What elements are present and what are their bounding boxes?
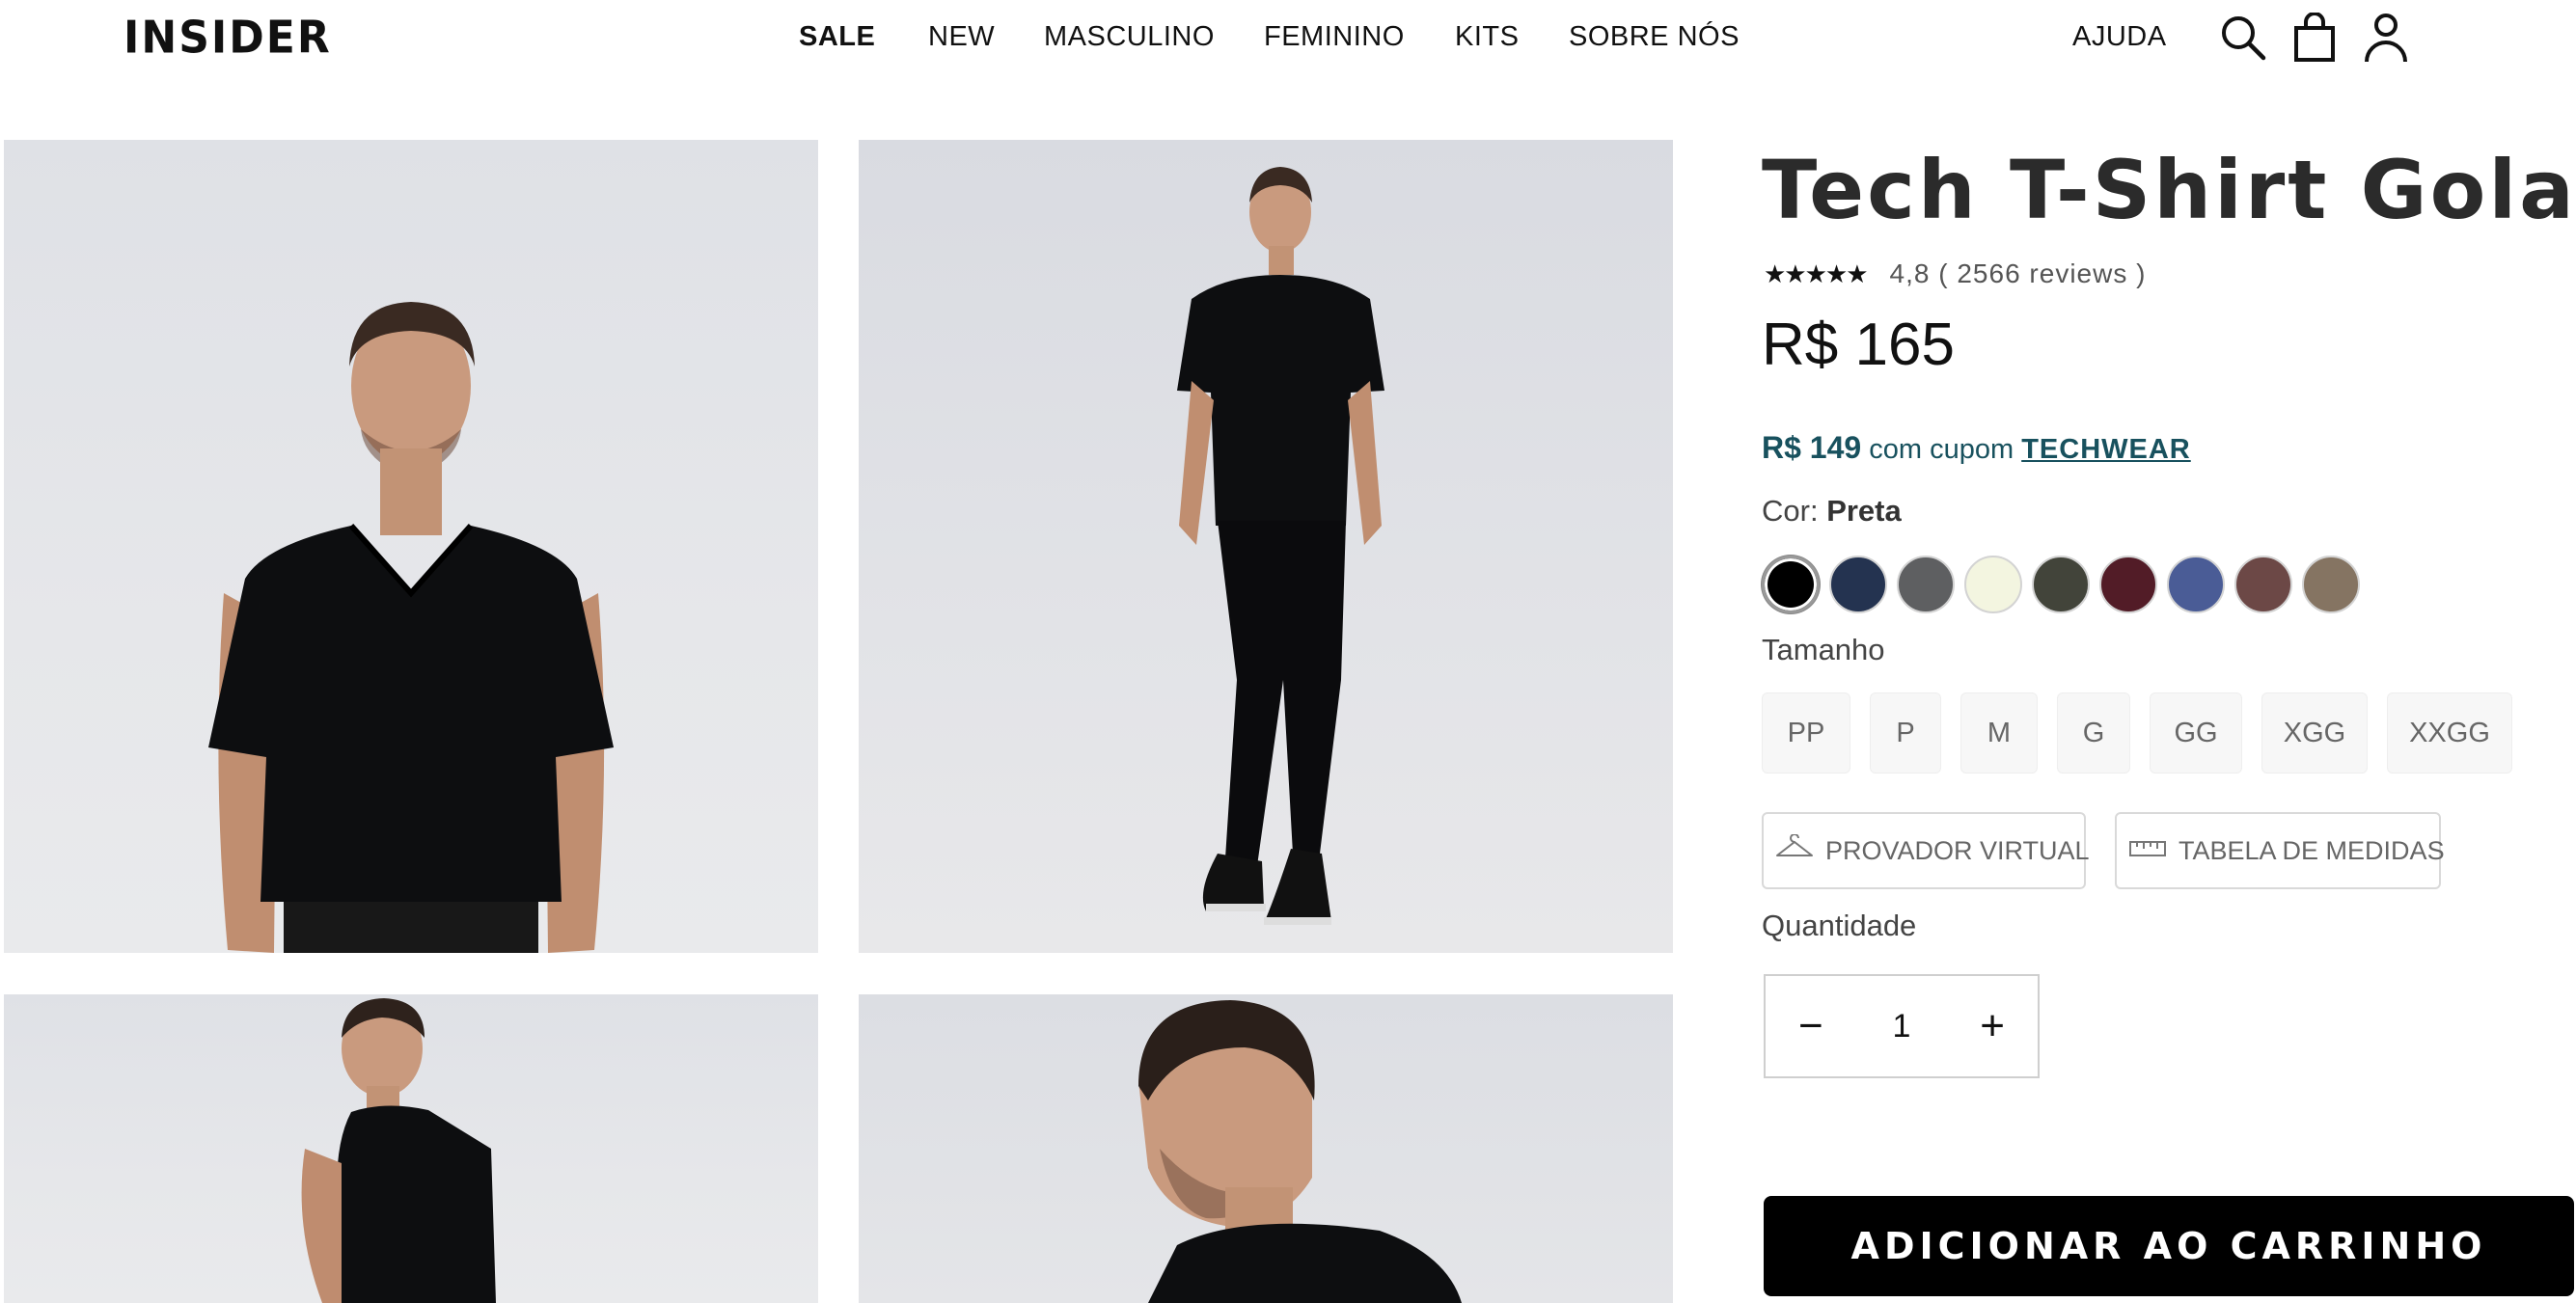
product-title: Tech T-Shirt Gola V [1762, 143, 2576, 237]
nav-kits[interactable]: KITS [1455, 21, 1519, 53]
product-rating[interactable]: ★★★★★ 4,8 ( 2566 reviews ) [1764, 258, 2146, 289]
virtual-fitting-label: PROVADOR VIRTUAL [1825, 835, 2090, 865]
nav-masculino[interactable]: MASCULINO [1044, 21, 1215, 53]
fit-tools: PROVADOR VIRTUAL TABELA DE MEDIDAS [1762, 812, 2445, 889]
add-to-cart-button[interactable]: ADICIONAR AO CARRINHO [1764, 1196, 2574, 1296]
model-profile-illustration [1138, 1000, 1462, 1303]
color-swatches [1762, 556, 2360, 613]
coupon-text: com cupom [1861, 434, 2022, 465]
selected-color-name: Preta [1826, 494, 1902, 528]
color-swatch-taupe[interactable] [2302, 556, 2360, 613]
color-label-text: Cor: [1762, 494, 1827, 528]
ruler-icon [2128, 836, 2167, 866]
color-swatch-off-white[interactable] [1964, 556, 2022, 613]
size-chart-label: TABELA DE MEDIDAS [2179, 835, 2445, 865]
product-image-back[interactable] [4, 994, 818, 1303]
color-swatch-brown[interactable] [2234, 556, 2292, 613]
size-label: Tamanho [1762, 633, 1885, 666]
brand-logo[interactable]: INSIDER [123, 13, 332, 65]
color-swatch-navy[interactable] [1829, 556, 1887, 613]
size-xgg[interactable]: XGG [2261, 692, 2368, 774]
color-swatch-blue[interactable] [2167, 556, 2225, 613]
quantity-label: Quantidade [1762, 909, 1917, 942]
site-header: INSIDER SALE NEW MASCULINO FEMININO KITS… [0, 0, 2576, 77]
color-swatch-preta[interactable] [1762, 556, 1820, 613]
quantity-decrease-button[interactable]: − [1798, 1005, 1823, 1047]
color-swatch-olive[interactable] [2032, 556, 2090, 613]
virtual-fitting-button[interactable]: PROVADOR VIRTUAL [1762, 812, 2090, 889]
size-m[interactable]: M [1960, 692, 2038, 774]
size-chart-button[interactable]: TABELA DE MEDIDAS [2115, 812, 2445, 889]
size-p[interactable]: P [1870, 692, 1941, 774]
color-swatch-burgundy[interactable] [2099, 556, 2157, 613]
coupon-code-link[interactable]: TECHWEAR [2021, 434, 2191, 465]
model-back-illustration [301, 998, 496, 1303]
product-image-front[interactable] [4, 140, 818, 953]
quantity-increase-button[interactable]: + [1980, 1005, 2005, 1047]
model-full-illustration [1177, 167, 1384, 925]
nav-feminino[interactable]: FEMININO [1264, 21, 1405, 53]
quantity-stepper: − 1 + [1764, 974, 2040, 1078]
user-icon[interactable] [2360, 12, 2412, 64]
hanger-icon [1775, 832, 1814, 868]
rating-stars-icon: ★★★★★ [1764, 258, 1869, 288]
size-xxgg[interactable]: XXGG [2387, 692, 2512, 774]
search-icon[interactable] [2217, 12, 2269, 64]
color-label: Cor: Preta [1762, 494, 1902, 529]
nav-new[interactable]: NEW [928, 21, 995, 53]
rating-summary[interactable]: 4,8 ( 2566 reviews ) [1890, 258, 2147, 289]
color-swatch-gray[interactable] [1897, 556, 1955, 613]
size-pp[interactable]: PP [1762, 692, 1850, 774]
nav-sale[interactable]: SALE [799, 21, 875, 53]
size-g[interactable]: G [2057, 692, 2130, 774]
size-gg[interactable]: GG [2150, 692, 2242, 774]
coupon-offer: R$ 149 com cupom TECHWEAR [1762, 430, 2191, 466]
quantity-value[interactable]: 1 [1893, 1008, 1911, 1045]
bag-icon[interactable] [2288, 12, 2341, 64]
product-image-full-body[interactable] [859, 140, 1673, 953]
size-options: PP P M G GG XGG XXGG [1762, 692, 2512, 774]
nav-sobre-nos[interactable]: SOBRE NÓS [1569, 21, 1740, 53]
model-front-illustration [208, 302, 614, 953]
nav-help[interactable]: AJUDA [2072, 21, 2167, 53]
product-price: R$ 165 [1762, 312, 1955, 378]
coupon-price: R$ 149 [1762, 430, 1862, 465]
product-image-profile[interactable] [859, 994, 1673, 1303]
